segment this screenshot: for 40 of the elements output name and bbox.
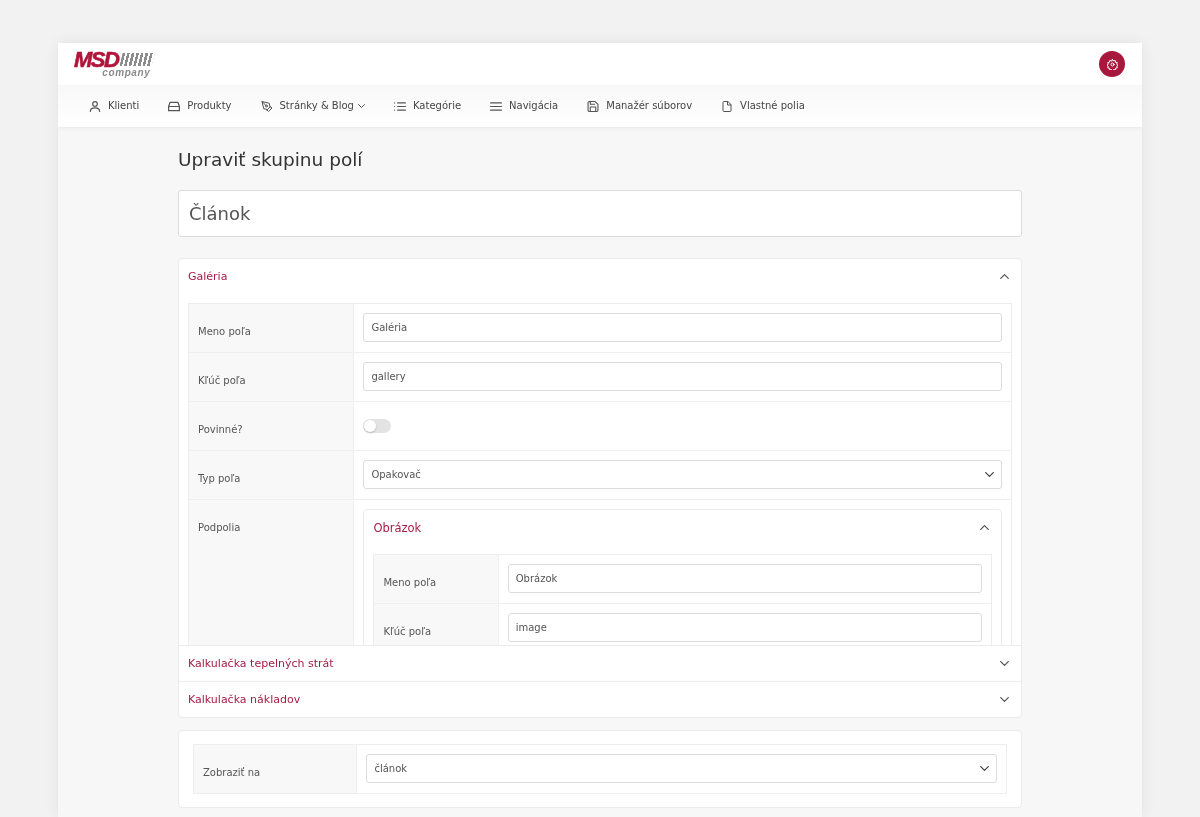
field-label: Meno poľa bbox=[383, 577, 437, 588]
field-label: Povinné? bbox=[198, 424, 243, 435]
select-field[interactable]: článok bbox=[366, 754, 997, 783]
field-label: Kľúč poľa bbox=[198, 375, 246, 386]
text-input[interactable]: Obrázok bbox=[507, 564, 982, 593]
nav-link[interactable]: Produkty bbox=[168, 99, 232, 113]
file-icon bbox=[721, 100, 734, 112]
field-label: Kľúč poľa bbox=[383, 626, 432, 637]
accordion-header[interactable]: Kalkulačka tepelných strát bbox=[179, 646, 1021, 681]
gear-icon bbox=[1106, 58, 1118, 70]
nav-link[interactable]: Stránky & Blog bbox=[260, 99, 365, 113]
floppy-disk-icon bbox=[587, 100, 600, 112]
list-icon bbox=[393, 100, 406, 112]
pen-icon bbox=[260, 100, 273, 112]
settings-button[interactable] bbox=[1099, 51, 1125, 77]
nav-link[interactable]: Klienti bbox=[89, 99, 140, 113]
field-label: Podpolia bbox=[198, 522, 241, 533]
nav-link[interactable]: Vlastné polia bbox=[721, 99, 805, 113]
chevron-down-icon bbox=[985, 472, 994, 477]
select-field[interactable]: Opakovač bbox=[363, 460, 1002, 489]
text-input[interactable]: Galéria bbox=[363, 313, 1002, 342]
nav-link[interactable]: Navigácia bbox=[490, 99, 559, 113]
toggle-switch[interactable] bbox=[363, 418, 392, 433]
user-icon bbox=[89, 100, 101, 112]
text-input[interactable]: gallery bbox=[363, 362, 1002, 391]
nav-link[interactable]: Manažér súborov bbox=[587, 99, 693, 113]
accordion-header[interactable]: Galéria bbox=[179, 259, 1021, 294]
tray-icon bbox=[168, 100, 181, 112]
accordion-header[interactable]: Kalkulačka nákladov bbox=[179, 682, 1021, 717]
accordion-header[interactable]: Obrázok bbox=[364, 510, 1001, 545]
group-name-input[interactable]: Článok bbox=[178, 190, 1022, 237]
nav-link[interactable]: Kategórie bbox=[393, 99, 462, 113]
field-label: Typ poľa bbox=[198, 473, 241, 484]
text-input[interactable]: image bbox=[507, 613, 982, 642]
field-label: Meno poľa bbox=[198, 326, 251, 337]
logo: MSD company bbox=[74, 50, 154, 78]
field-label: Zobraziť na bbox=[203, 767, 261, 778]
chevron-down-icon bbox=[980, 766, 989, 771]
page-title: Upraviť skupinu polí bbox=[178, 148, 363, 172]
menu-icon bbox=[490, 100, 503, 112]
